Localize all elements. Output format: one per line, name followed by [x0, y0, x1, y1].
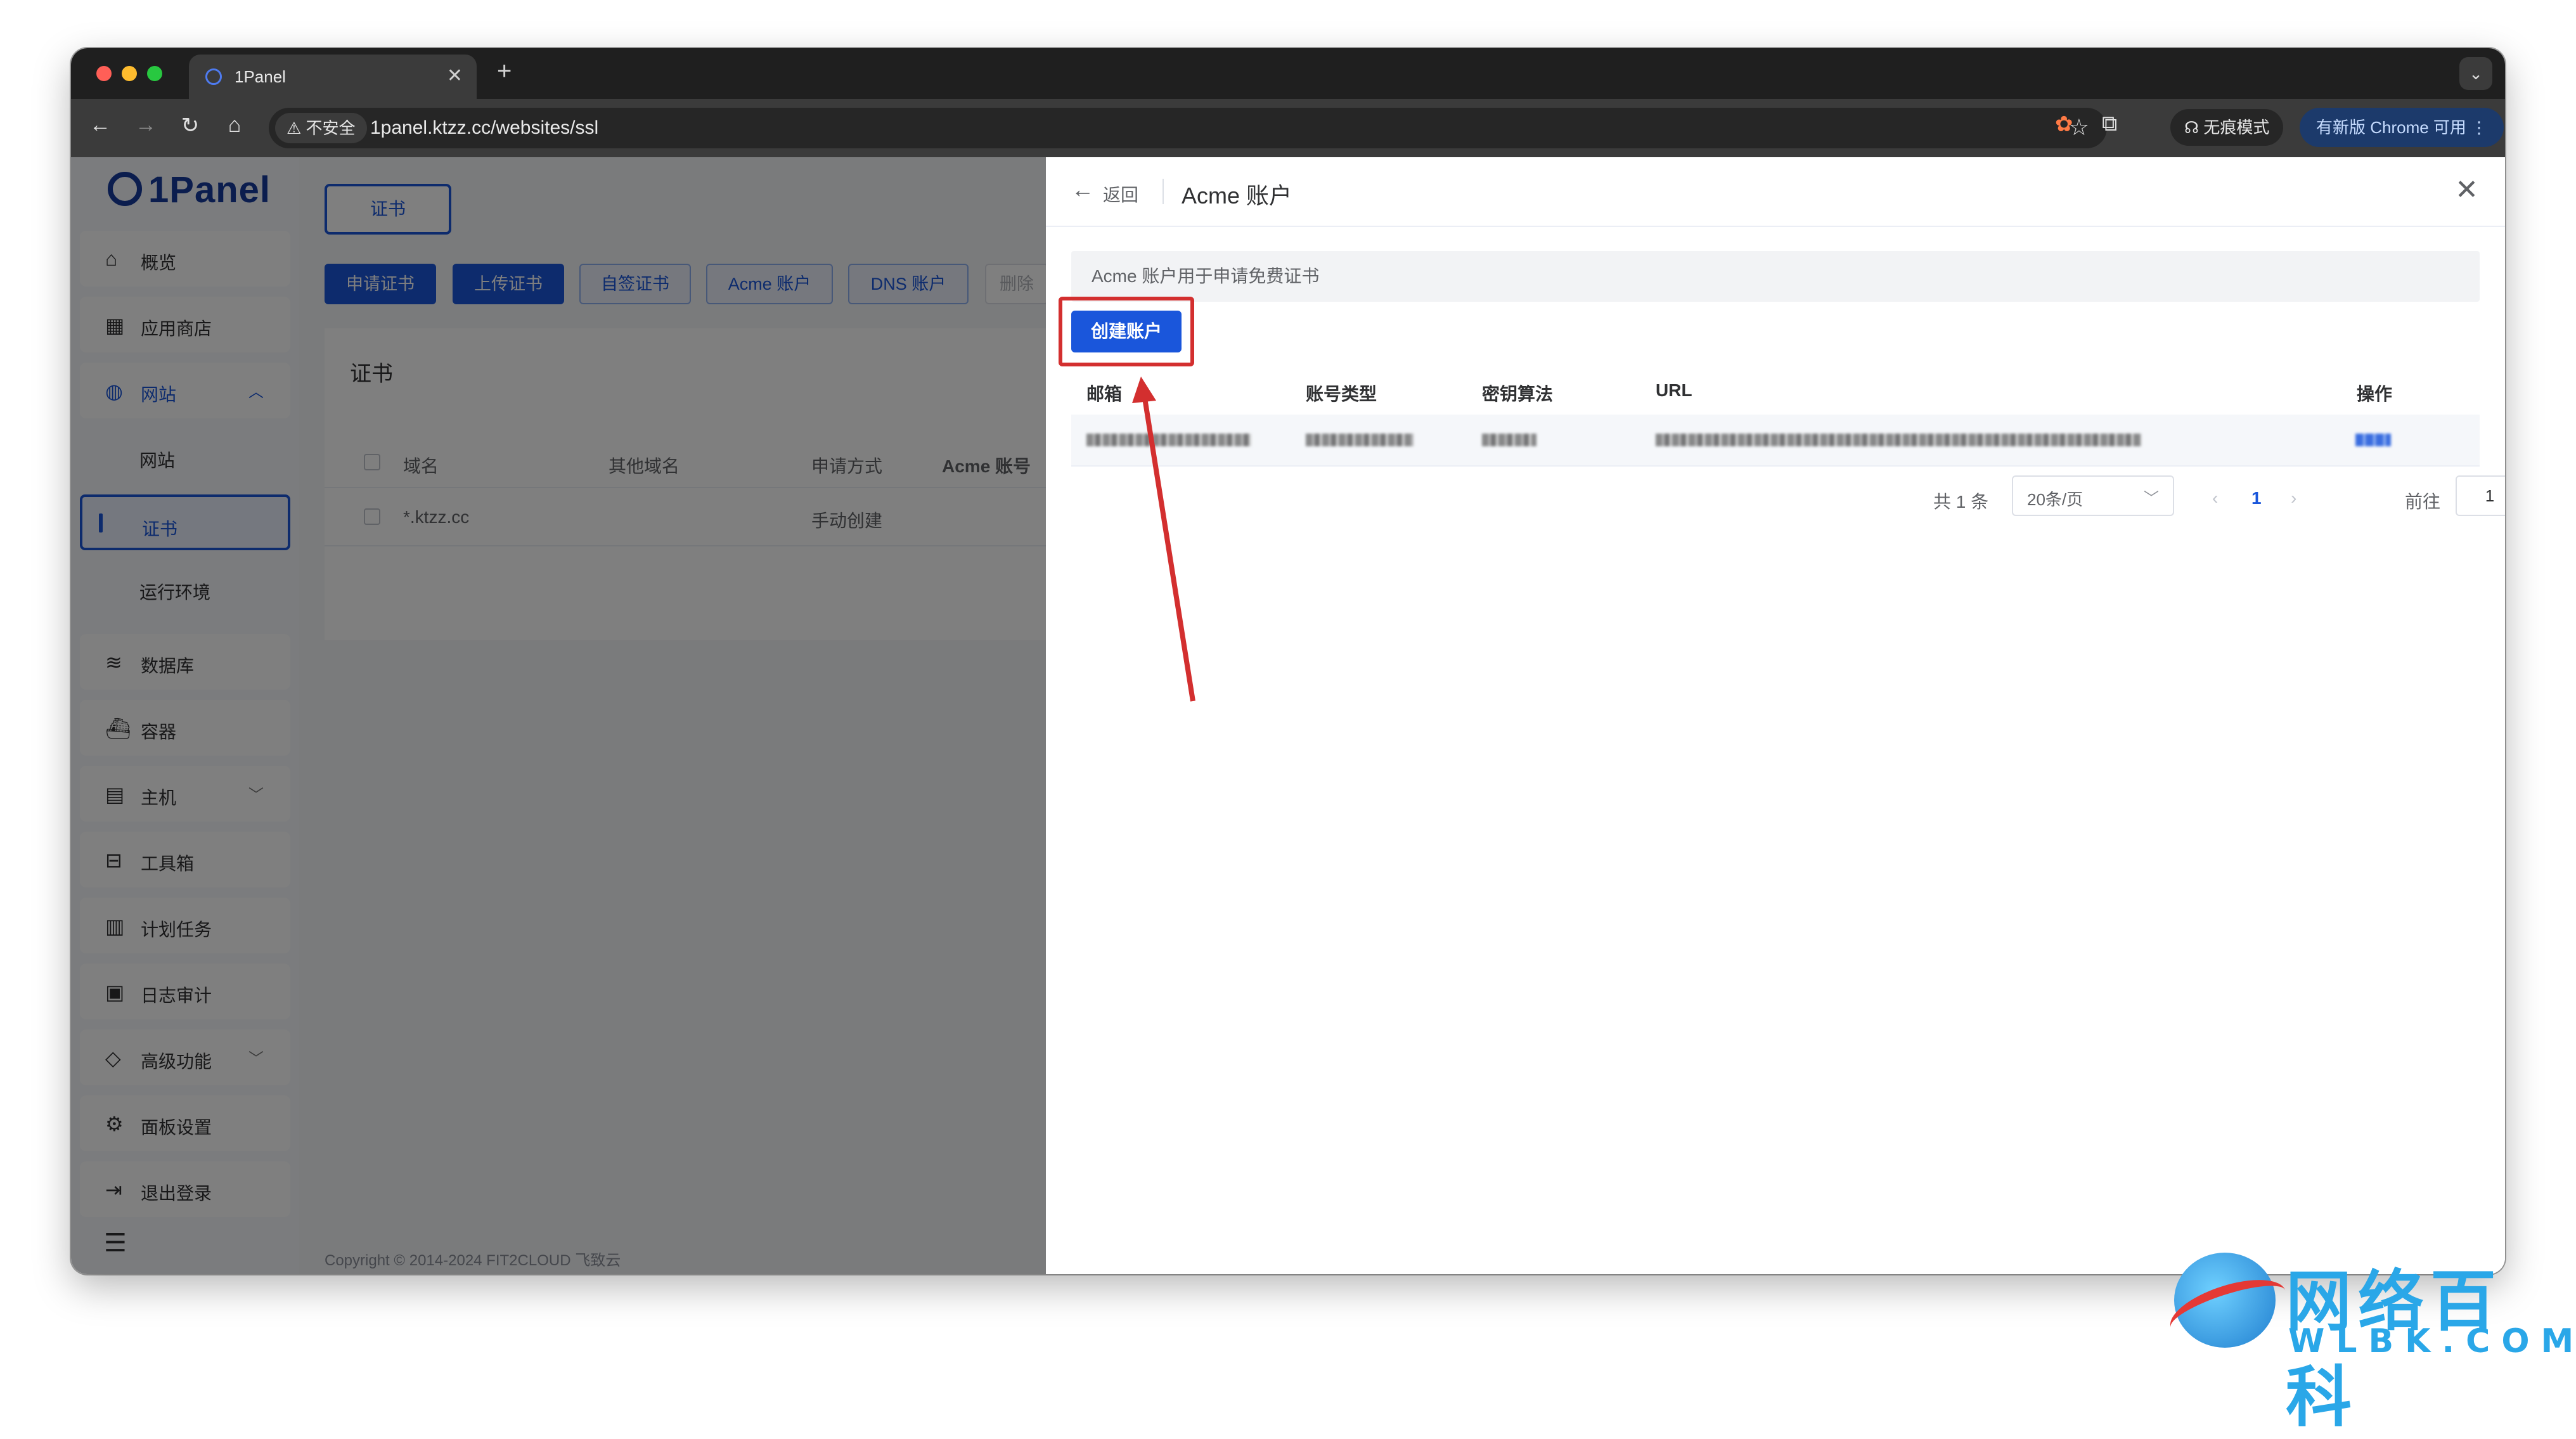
extension-icon[interactable]: ✿: [2055, 112, 2073, 137]
home-icon[interactable]: ⌂: [219, 113, 250, 138]
page-size-value: 20条/页: [2027, 490, 2083, 509]
browser-toolbar: ← → ↻ ⌂ ⚠ 不安全 1panel.ktzz.cc/websites/ss…: [71, 99, 2505, 157]
drawer-overlay[interactable]: [71, 157, 1046, 1274]
back-button[interactable]: 返回: [1103, 181, 1138, 207]
column-actions: 操作: [2357, 384, 2393, 404]
incognito-label: 无痕模式: [2203, 118, 2270, 137]
tab-search-chevron-icon[interactable]: ⌄: [2459, 57, 2492, 90]
column-email: 邮箱: [1086, 384, 1123, 404]
chevron-down-icon: ﹀: [2144, 490, 2159, 507]
puzzle-extensions-icon[interactable]: ⧉: [2102, 112, 2117, 136]
header-divider: [1162, 179, 1164, 204]
forward-arrow-icon[interactable]: →: [131, 113, 161, 138]
browser-window: 1Panel ✕ + ⌄ ← → ↻ ⌂ ⚠ 不安全 1panel.ktzz.c…: [71, 48, 2505, 1274]
insecure-label: 不安全: [306, 119, 356, 138]
drawer-header: ← 返回 Acme 账户 ✕: [1046, 157, 2505, 227]
column-key-algorithm: 密钥算法: [1482, 384, 1554, 404]
cell-actions-redacted[interactable]: [2355, 434, 2391, 446]
prev-page-icon[interactable]: ‹: [2212, 488, 2218, 508]
cell-email-redacted: [1086, 434, 1251, 446]
drawer-title: Acme 账户: [1182, 183, 1292, 209]
minimize-window-button[interactable]: [122, 66, 137, 81]
tab-close-icon[interactable]: ✕: [447, 65, 463, 87]
cell-key-algorithm-redacted: [1482, 434, 1536, 446]
browser-tab-bar: 1Panel ✕ + ⌄: [71, 48, 2505, 99]
close-window-button[interactable]: [96, 66, 112, 81]
acme-notice: Acme 账户用于申请免费证书: [1071, 251, 2480, 302]
watermark-subtext: WLBK.COM: [2288, 1322, 2576, 1360]
insecure-badge[interactable]: ⚠ 不安全: [275, 113, 367, 143]
maximize-window-button[interactable]: [147, 66, 162, 81]
column-account-type: 账号类型: [1306, 384, 1377, 404]
1panel-favicon-icon: [205, 68, 222, 85]
create-account-button[interactable]: 创建账户: [1071, 311, 1182, 352]
column-url: URL: [1656, 380, 1692, 400]
goto-label: 前往: [2405, 492, 2441, 512]
address-bar[interactable]: ⚠ 不安全 1panel.ktzz.cc/websites/ssl ☆: [269, 108, 2107, 148]
goto-page-input[interactable]: 1: [2456, 475, 2505, 516]
incognito-badge[interactable]: ☊ 无痕模式: [2170, 109, 2284, 146]
browser-tab[interactable]: 1Panel ✕: [189, 55, 477, 99]
close-icon[interactable]: ✕: [2455, 174, 2478, 206]
back-arrow-icon[interactable]: ←: [1071, 176, 1094, 203]
tab-title: 1Panel: [235, 67, 286, 86]
pagination-total: 共 1 条: [1933, 492, 1989, 512]
new-tab-button[interactable]: +: [497, 57, 512, 86]
next-page-icon[interactable]: ›: [2291, 488, 2296, 508]
cell-account-type-redacted: [1306, 434, 1414, 446]
watermark-logo: 网络百科 WLBK.COM: [2163, 1248, 2573, 1436]
table-row[interactable]: [1071, 415, 2480, 467]
page-number-current[interactable]: 1: [2251, 488, 2262, 508]
back-arrow-icon[interactable]: ←: [85, 113, 115, 138]
cell-url-redacted: [1656, 434, 2141, 446]
acme-table-header: 邮箱 账号类型 密钥算法 URL 操作: [1071, 365, 2480, 416]
update-label: 有新版 Chrome 可用: [2316, 118, 2466, 137]
chrome-update-button[interactable]: 有新版 Chrome 可用 ⋮: [2300, 108, 2504, 147]
page-size-select[interactable]: 20条/页 ﹀: [2012, 475, 2174, 516]
acme-account-drawer: ← 返回 Acme 账户 ✕ Acme 账户用于申请免费证书 创建账户 邮箱 账…: [1046, 157, 2505, 1274]
url-text: 1panel.ktzz.cc/websites/ssl: [370, 117, 599, 138]
reload-icon[interactable]: ↻: [175, 113, 205, 138]
